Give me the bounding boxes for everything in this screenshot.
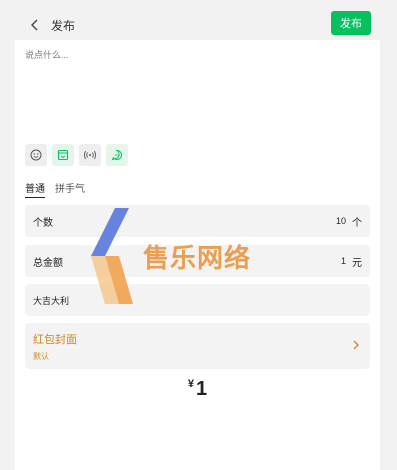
tab-normal[interactable]: 普通 (25, 180, 45, 198)
count-unit: 个 (352, 217, 362, 229)
cover-title: 红包封面 (33, 334, 77, 346)
chat-icon (111, 149, 122, 161)
greeting-input[interactable]: 大吉大利 (25, 284, 370, 316)
total-amount-label: 总金额 (33, 257, 63, 269)
publish-button[interactable]: 发布 (331, 11, 371, 35)
count-field[interactable]: 个数 10 个 (25, 205, 370, 237)
audio-button[interactable] (79, 144, 101, 166)
tab-lucky[interactable]: 拼手气 (55, 180, 85, 198)
redpacket-type-tabs: 普通 拼手气 (25, 180, 85, 198)
top-bar: 发布 发布 (15, 10, 380, 40)
total-amount-input[interactable]: 1 (341, 256, 346, 266)
image-icon (57, 149, 69, 161)
back-button[interactable] (25, 14, 45, 36)
smile-icon (30, 149, 42, 161)
emoji-button[interactable] (25, 144, 47, 166)
cover-subtitle: 默认 (33, 352, 49, 361)
audio-icon (84, 150, 96, 160)
total-amount-field[interactable]: 总金额 1 元 (25, 245, 370, 277)
compose-panel: 说点什么... 普通 拼手气 个数 10 个 总金额 1 元 大吉大利 红包封面… (15, 40, 380, 470)
currency-symbol: ¥ (187, 378, 194, 390)
image-button[interactable] (52, 144, 74, 166)
page-title: 发布 (51, 18, 76, 33)
count-input[interactable]: 10 (336, 216, 346, 226)
chevron-right-icon (353, 340, 359, 350)
total-amount-unit: 元 (352, 257, 362, 269)
attachment-toolbar (25, 144, 128, 166)
amount-value: 1 (196, 378, 208, 400)
count-label: 个数 (33, 217, 53, 229)
redpacket-cover-selector[interactable]: 红包封面 默认 (25, 323, 370, 369)
chat-button[interactable] (106, 144, 128, 166)
post-text-input[interactable]: 说点什么... (25, 48, 370, 136)
amount-display: ¥1 (15, 378, 380, 401)
chevron-left-icon (31, 19, 38, 31)
